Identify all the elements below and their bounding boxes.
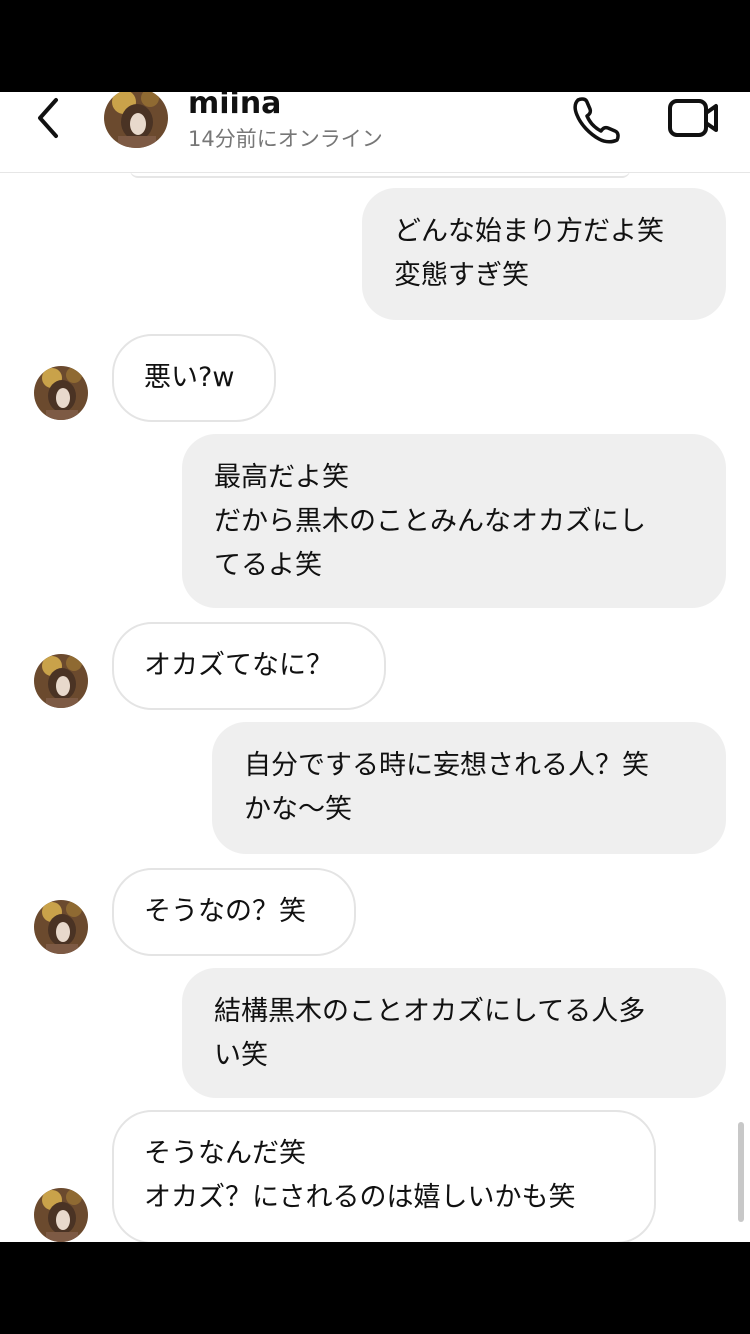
message-bubble-outgoing[interactable]: 結構黒木のことオカズにしてる人多 い笑 xyxy=(182,968,726,1098)
message-text: 最高だよ笑 xyxy=(214,462,349,493)
message-bubble-outgoing[interactable]: 自分でする時に妄想される人？笑 かな〜笑 xyxy=(212,722,726,854)
scrollbar[interactable] xyxy=(738,1122,744,1222)
chat-header: miina 14分前にオンライン xyxy=(0,92,750,173)
video-call-button[interactable] xyxy=(664,92,724,144)
message-text: オカズてなに？ xyxy=(144,650,333,681)
message-bubble-incoming[interactable]: 悪い?w xyxy=(112,334,276,422)
message-text: そうなんだ笑 xyxy=(144,1138,306,1169)
message-text: オカズ？にされるのは嬉しいかも笑 xyxy=(144,1182,576,1213)
chevron-left-icon xyxy=(38,98,58,138)
message-text: そうなの？笑 xyxy=(144,896,306,927)
message-text: だから黒木のことみんなオカズにし xyxy=(214,506,646,537)
message-bubble-outgoing[interactable]: 最高だよ笑 だから黒木のことみんなオカズにし てるよ笑 xyxy=(182,434,726,608)
chat-screen: miina 14分前にオンライン どんな始まり方だよ笑 変態すぎ笑 悪い?w 最… xyxy=(0,92,750,1242)
message-bubble-outgoing[interactable]: どんな始まり方だよ笑 変態すぎ笑 xyxy=(362,188,726,320)
message-text: 自分でする時に妄想される人？笑 xyxy=(244,750,649,781)
message-text: 悪い?w xyxy=(144,362,235,393)
sender-avatar[interactable] xyxy=(34,1188,88,1242)
contact-name[interactable]: miina xyxy=(188,92,281,122)
call-button[interactable] xyxy=(568,92,624,144)
message-bubble-incoming[interactable]: そうなの？笑 xyxy=(112,868,356,956)
sender-avatar[interactable] xyxy=(34,366,88,420)
message-text: い笑 xyxy=(214,1040,268,1071)
message-text: どんな始まり方だよ笑 xyxy=(394,216,664,247)
message-text: 結構黒木のことオカズにしてる人多 xyxy=(214,996,646,1027)
contact-avatar[interactable] xyxy=(104,92,168,148)
sender-avatar[interactable] xyxy=(34,654,88,708)
phone-icon xyxy=(573,97,620,144)
message-bubble-incoming[interactable]: そうなんだ笑 オカズ？にされるのは嬉しいかも笑 xyxy=(112,1110,656,1242)
video-camera-icon xyxy=(668,99,718,137)
message-text: 変態すぎ笑 xyxy=(394,260,529,291)
message-text: てるよ笑 xyxy=(214,550,322,581)
message-bubble-incoming[interactable]: オカズてなに？ xyxy=(112,622,386,710)
back-button[interactable] xyxy=(30,94,70,142)
sender-avatar[interactable] xyxy=(34,900,88,954)
message-thread[interactable]: どんな始まり方だよ笑 変態すぎ笑 悪い?w 最高だよ笑 だから黒木のことみんなオ… xyxy=(0,172,750,1242)
online-status: 14分前にオンライン xyxy=(188,127,383,151)
message-text: かな〜笑 xyxy=(244,794,352,825)
